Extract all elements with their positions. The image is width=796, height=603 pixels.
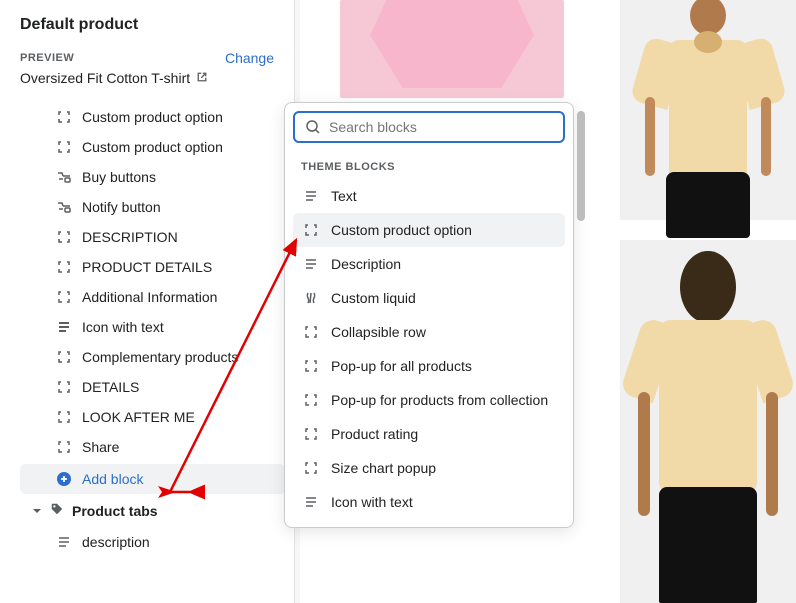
text-icon [303,256,319,272]
block-item[interactable]: Notify button [20,192,286,222]
text-icon [56,319,72,335]
block-label: Custom product option [82,139,223,155]
block-label: LOOK AFTER ME [82,409,195,425]
theme-block-option[interactable]: Pop-up for all products [293,349,565,383]
option-label: Product rating [331,426,418,442]
text-icon [303,188,319,204]
theme-block-option[interactable]: Text [293,179,565,213]
add-block-button[interactable]: Add block [20,464,286,494]
bracket-icon [56,139,72,155]
block-item[interactable]: description [20,527,286,557]
buy-icon [56,169,72,185]
theme-block-option[interactable]: Collapsible row [293,315,565,349]
bracket-icon [56,409,72,425]
block-list: Custom product option Custom product opti… [0,98,294,557]
block-item[interactable]: Additional Information [20,282,286,312]
text-icon [303,494,319,510]
block-item[interactable]: LOOK AFTER ME [20,402,286,432]
bracket-icon [303,392,319,408]
block-label: Custom product option [82,109,223,125]
change-preview-link[interactable]: Change [225,50,274,66]
buy-icon [56,199,72,215]
theme-editor-sidebar: Default product PREVIEW Change Oversized… [0,0,295,603]
block-item[interactable]: Icon with text [20,312,286,342]
search-blocks-input[interactable] [329,119,553,135]
liquid-icon [303,290,319,306]
bracket-icon [303,460,319,476]
option-label: Text [331,188,357,204]
block-item[interactable]: Share [20,432,286,462]
block-item[interactable]: Buy buttons [20,162,286,192]
theme-block-option[interactable]: Custom product option [293,213,565,247]
block-label: Additional Information [82,289,217,305]
block-label: Icon with text [82,319,164,335]
bracket-icon [56,349,72,365]
block-label: Buy buttons [82,169,156,185]
block-item[interactable]: Custom product option [20,102,286,132]
theme-blocks-label: THEME BLOCKS [285,151,573,179]
bracket-icon [303,426,319,442]
preview-product-name: Oversized Fit Cotton T-shirt [20,70,190,86]
section-name: Product tabs [72,503,158,519]
product-image-pink-tshirt [340,0,564,98]
section-product-tabs[interactable]: Product tabs [20,494,286,527]
bracket-icon [303,358,319,374]
block-label: DESCRIPTION [82,229,178,245]
option-label: Collapsible row [331,324,426,340]
block-item[interactable]: PRODUCT DETAILS [20,252,286,282]
block-label: Notify button [82,199,161,215]
bracket-icon [56,379,72,395]
block-label: PRODUCT DETAILS [82,259,212,275]
option-label: Custom product option [331,222,472,238]
theme-block-option[interactable]: Icon with text [293,485,565,519]
block-label: DETAILS [82,379,139,395]
theme-block-option[interactable]: Size chart popup [293,451,565,485]
search-icon [305,119,321,135]
product-image-tan-front [620,0,796,220]
option-label: Pop-up for all products [331,358,472,374]
chevron-down-icon [32,503,42,519]
external-link-icon[interactable] [196,70,208,86]
bracket-icon [56,109,72,125]
block-label: description [82,534,150,550]
text-icon [56,534,72,550]
block-item[interactable]: DETAILS [20,372,286,402]
option-label: Custom liquid [331,290,416,306]
bracket-icon [56,229,72,245]
tag-icon [50,502,64,519]
plus-circle-icon [56,471,72,487]
product-image-tan-back [620,240,796,603]
option-label: Description [331,256,401,272]
theme-block-option[interactable]: Product rating [293,417,565,451]
add-block-label: Add block [82,471,143,487]
bracket-icon [56,289,72,305]
scrollbar[interactable] [577,111,585,221]
preview-label: PREVIEW [20,52,74,64]
block-item[interactable]: Complementary products [20,342,286,372]
block-label: Complementary products [82,349,238,365]
theme-block-option[interactable]: Description [293,247,565,281]
add-block-popover: THEME BLOCKS Text Custom product option De… [284,102,574,528]
block-item[interactable]: DESCRIPTION [20,222,286,252]
bracket-icon [56,259,72,275]
section-title: Default product [20,16,274,34]
option-label: Size chart popup [331,460,436,476]
option-label: Pop-up for products from collection [331,392,548,408]
bracket-icon [56,439,72,455]
option-label: Icon with text [331,494,413,510]
bracket-icon [303,222,319,238]
theme-block-option[interactable]: Custom liquid [293,281,565,315]
theme-block-option[interactable]: Pop-up for products from collection [293,383,565,417]
block-item[interactable]: Custom product option [20,132,286,162]
block-label: Share [82,439,119,455]
theme-blocks-list: Text Custom product option Description Cust… [285,179,573,527]
bracket-icon [303,324,319,340]
